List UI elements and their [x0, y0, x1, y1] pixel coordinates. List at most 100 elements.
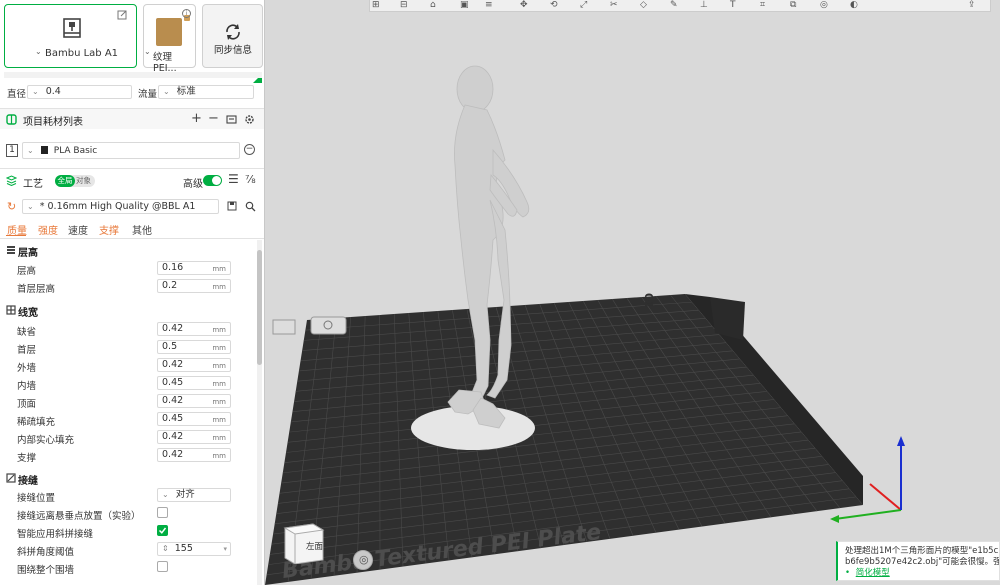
smart-scarf-checkbox[interactable] [157, 525, 168, 536]
line-width-sparse-infill-label: 稀疏填充 [17, 417, 56, 428]
process-preset-select[interactable]: ⌄ * 0.16mm High Quality @BBL A1 [22, 199, 219, 214]
line-width-inner-wall-label: 内墙 [17, 381, 37, 392]
unit-label: mm [212, 344, 226, 352]
line-width-inner-wall-input[interactable]: 0.45 mm [157, 376, 231, 390]
seam-overhang-checkbox[interactable] [157, 507, 168, 518]
scope-object[interactable]: 对象 [76, 175, 91, 187]
stepper-arrow-icon[interactable]: ▾ [223, 543, 227, 555]
seam-wrap-checkbox[interactable] [157, 561, 168, 572]
printer-card[interactable]: ⌄ Bambu Lab A1 [4, 4, 137, 68]
unit-label: mm [212, 416, 226, 424]
gear-icon[interactable] [244, 114, 255, 125]
view-cube-label: 左面 [306, 542, 324, 552]
view-icon[interactable]: ◐ [850, 0, 870, 11]
brim-icon[interactable]: ◎ [820, 0, 840, 11]
orient-icon[interactable]: ⌂ [430, 0, 450, 11]
layer-height-input[interactable]: 0.16 mm [157, 261, 231, 275]
info-icon[interactable]: i [182, 9, 191, 18]
3d-viewport[interactable]: Bambu Textured PEI Plate 01 ⊞ ⊟ ⌂ ▣ ≡ ✥ … [265, 0, 1000, 585]
line-width-top-surface-input[interactable]: 0.42 mm [157, 394, 231, 408]
flow-select[interactable]: ⌄ 标准 [158, 85, 254, 99]
text-tool-icon[interactable]: T [730, 0, 750, 11]
simplify-model-link[interactable]: 简化模型 [856, 568, 890, 578]
line-width-sparse-infill-input[interactable]: 0.45 mm [157, 412, 231, 426]
reset-icon[interactable]: ↻ [7, 200, 16, 213]
line-width-default-input[interactable]: 0.42 mm [157, 322, 231, 336]
export-icon[interactable]: ⇪ [968, 0, 988, 11]
arrange-icon[interactable]: ⊟ [400, 0, 420, 11]
tab-strength[interactable]: 强度 [38, 222, 58, 237]
remove-filament-icon[interactable]: − [208, 111, 219, 126]
line-width-first-layer-input[interactable]: 0.5 mm [157, 340, 231, 354]
move-icon[interactable]: ✥ [520, 0, 540, 11]
tab-speed[interactable]: 速度 [68, 222, 88, 237]
process-preset-value: * 0.16mm High Quality @BBL A1 [39, 201, 196, 212]
line-width-first-layer-value: 0.5 [162, 341, 178, 352]
plate-type-card[interactable]: i ⌄ 纹理PEI... [143, 4, 196, 74]
line-width-internal-solid-infill-input[interactable]: 0.42 mm [157, 430, 231, 444]
sync-info-button[interactable]: 同步信息 [202, 4, 263, 68]
filament-slot-number: 1 [6, 144, 18, 157]
compare-icon[interactable]: ⅞ [245, 173, 256, 186]
sidebar-scrollbar-thumb[interactable] [257, 250, 262, 365]
unit-label: mm [212, 283, 226, 291]
layer-height-icon [7, 246, 15, 254]
plate-type-label: 纹理PEI... [153, 52, 177, 74]
line-width-outer-wall-label: 外墙 [17, 363, 37, 374]
axis-x [869, 483, 902, 511]
rotate-icon[interactable]: ⟲ [550, 0, 570, 11]
filament-sync-icon[interactable] [226, 114, 237, 125]
scope-toggle[interactable]: 全局 对象 [55, 175, 95, 187]
filament-name: PLA Basic [53, 146, 98, 156]
tab-others[interactable]: 其他 [132, 222, 152, 237]
support-paint-icon[interactable]: ✎ [670, 0, 690, 11]
layer-height-value: 0.16 [162, 262, 184, 273]
stepper-icon[interactable]: ⇕ [162, 544, 169, 553]
filament-select[interactable]: ⌄ PLA Basic [22, 142, 240, 159]
line-width-outer-wall-input[interactable]: 0.42 mm [157, 358, 231, 372]
nozzle-diameter-value: 0.4 [45, 86, 61, 97]
toggle-knob [212, 176, 221, 185]
line-width-support-input[interactable]: 0.42 mm [157, 448, 231, 462]
remove-slot-icon[interactable]: − [244, 144, 255, 155]
edit-icon[interactable] [117, 10, 127, 20]
add-plate-icon[interactable]: ⊞ [372, 0, 392, 11]
save-icon[interactable] [227, 201, 237, 211]
layers-toolbar-icon[interactable]: ≡ [485, 0, 505, 11]
seam-paint-icon[interactable]: ⊥ [700, 0, 720, 11]
line-width-default-label: 缺省 [17, 327, 37, 338]
advanced-toggle[interactable] [203, 175, 222, 186]
settings-sidebar: ⌄ Bambu Lab A1 i ⌄ 纹理PEI... 同步信息 直径 ⌄ 0.… [0, 0, 265, 585]
notification-line-1: 处理超出1M个三角形面片的模型"e1b5c114 [845, 546, 999, 556]
add-filament-icon[interactable]: + [191, 111, 202, 126]
mesh-icon[interactable]: ◇ [640, 0, 660, 11]
chevron-down-icon: ⌄ [27, 202, 34, 211]
search-icon[interactable] [245, 201, 256, 212]
zoom-fit-button[interactable]: ◎ [353, 550, 373, 570]
scarf-angle-input[interactable]: ⇕ 155 ▾ [157, 542, 231, 556]
line-width-inner-wall-value: 0.45 [162, 377, 184, 388]
initial-layer-height-value: 0.2 [162, 280, 178, 291]
seam-position-value: 对齐 [175, 489, 195, 500]
bullet-icon: • [845, 568, 851, 578]
initial-layer-height-input[interactable]: 0.2 mm [157, 279, 231, 293]
split-icon[interactable]: ▣ [460, 0, 480, 11]
seam-position-select[interactable]: ⌄ 对齐 [157, 488, 231, 502]
scale-icon[interactable]: ⤢ [580, 0, 600, 11]
cut-icon[interactable]: ✂ [610, 0, 630, 11]
assembly-icon[interactable]: ⧉ [790, 0, 810, 11]
chevron-down-icon: ⌄ [32, 87, 39, 96]
nozzle-diameter-select[interactable]: ⌄ 0.4 [27, 85, 132, 99]
line-width-outer-wall-value: 0.42 [162, 359, 184, 370]
plate-icon-2 [310, 316, 347, 335]
scope-global[interactable]: 全局 [55, 175, 75, 187]
scarf-angle-value: 155 [174, 543, 193, 554]
list-icon[interactable]: ☰ [228, 172, 239, 186]
line-width-top-surface-label: 顶面 [17, 399, 37, 410]
view-cube[interactable]: 左面 [283, 520, 325, 564]
tab-support[interactable]: 支撑 [99, 222, 119, 237]
axis-y [834, 509, 902, 520]
measure-icon[interactable]: ⌗ [760, 0, 780, 11]
chevron-down-icon: ⌄ [162, 490, 169, 499]
filament-list-title: 项目耗材列表 [23, 117, 83, 128]
